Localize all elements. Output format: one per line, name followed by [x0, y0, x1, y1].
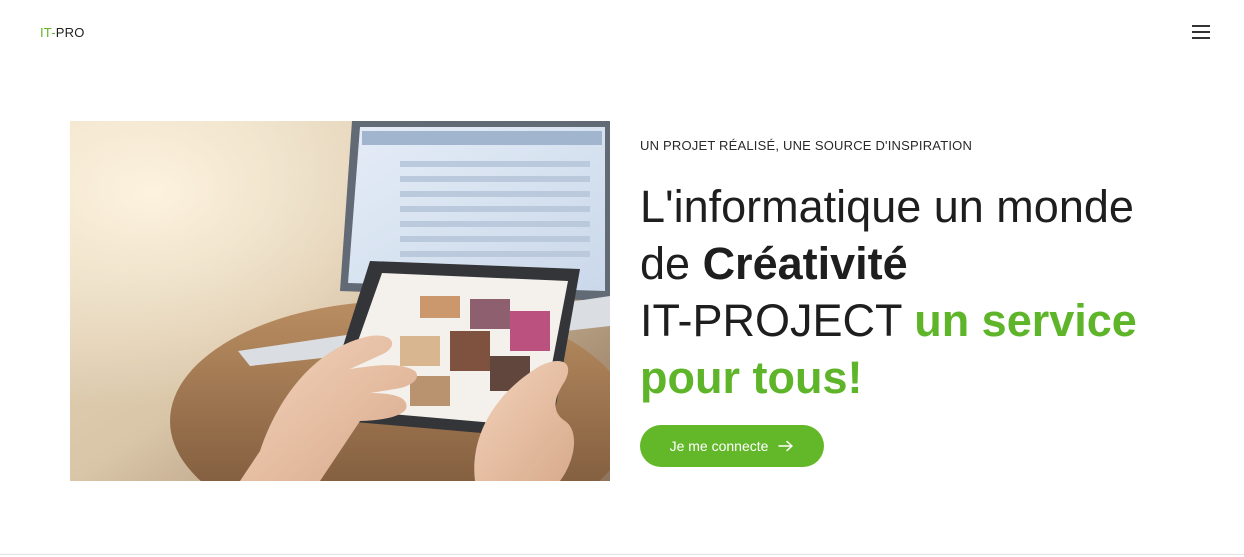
menu-bar [1192, 37, 1210, 39]
hero-image [70, 121, 610, 481]
headline-line-3-prefix: IT-PROJECT [640, 295, 915, 346]
connect-button-label: Je me connecte [669, 438, 769, 454]
headline-line-4-green: pour tous! [640, 352, 863, 403]
logo[interactable]: IT-PRO [40, 25, 85, 41]
logo-prefix: IT- [40, 25, 56, 40]
headline-line-1: L'informatique un monde [640, 181, 1134, 232]
menu-bar [1192, 25, 1210, 27]
hero-eyebrow: UN PROJET RÉALISÉ, UNE SOURCE D'INSPIRAT… [640, 138, 973, 153]
menu-bar [1192, 31, 1210, 33]
connect-button[interactable]: Je me connecte [640, 425, 824, 467]
hamburger-menu-icon[interactable] [1189, 22, 1213, 42]
tablet-photo [70, 121, 610, 481]
hero-headline: L'informatique un monde de Créativité IT… [640, 178, 1220, 406]
headline-line-2-bold: Créativité [702, 238, 908, 289]
logo-suffix: PRO [55, 25, 85, 40]
divider [0, 554, 1244, 555]
landing-page: IT-PRO UN PROJET RÉALISÉ, UNE SOURCE D'I… [0, 0, 1244, 557]
headline-line-3-green: un service [914, 295, 1137, 346]
headline-line-2-prefix: de [640, 238, 703, 289]
arrow-right-icon [778, 440, 794, 452]
